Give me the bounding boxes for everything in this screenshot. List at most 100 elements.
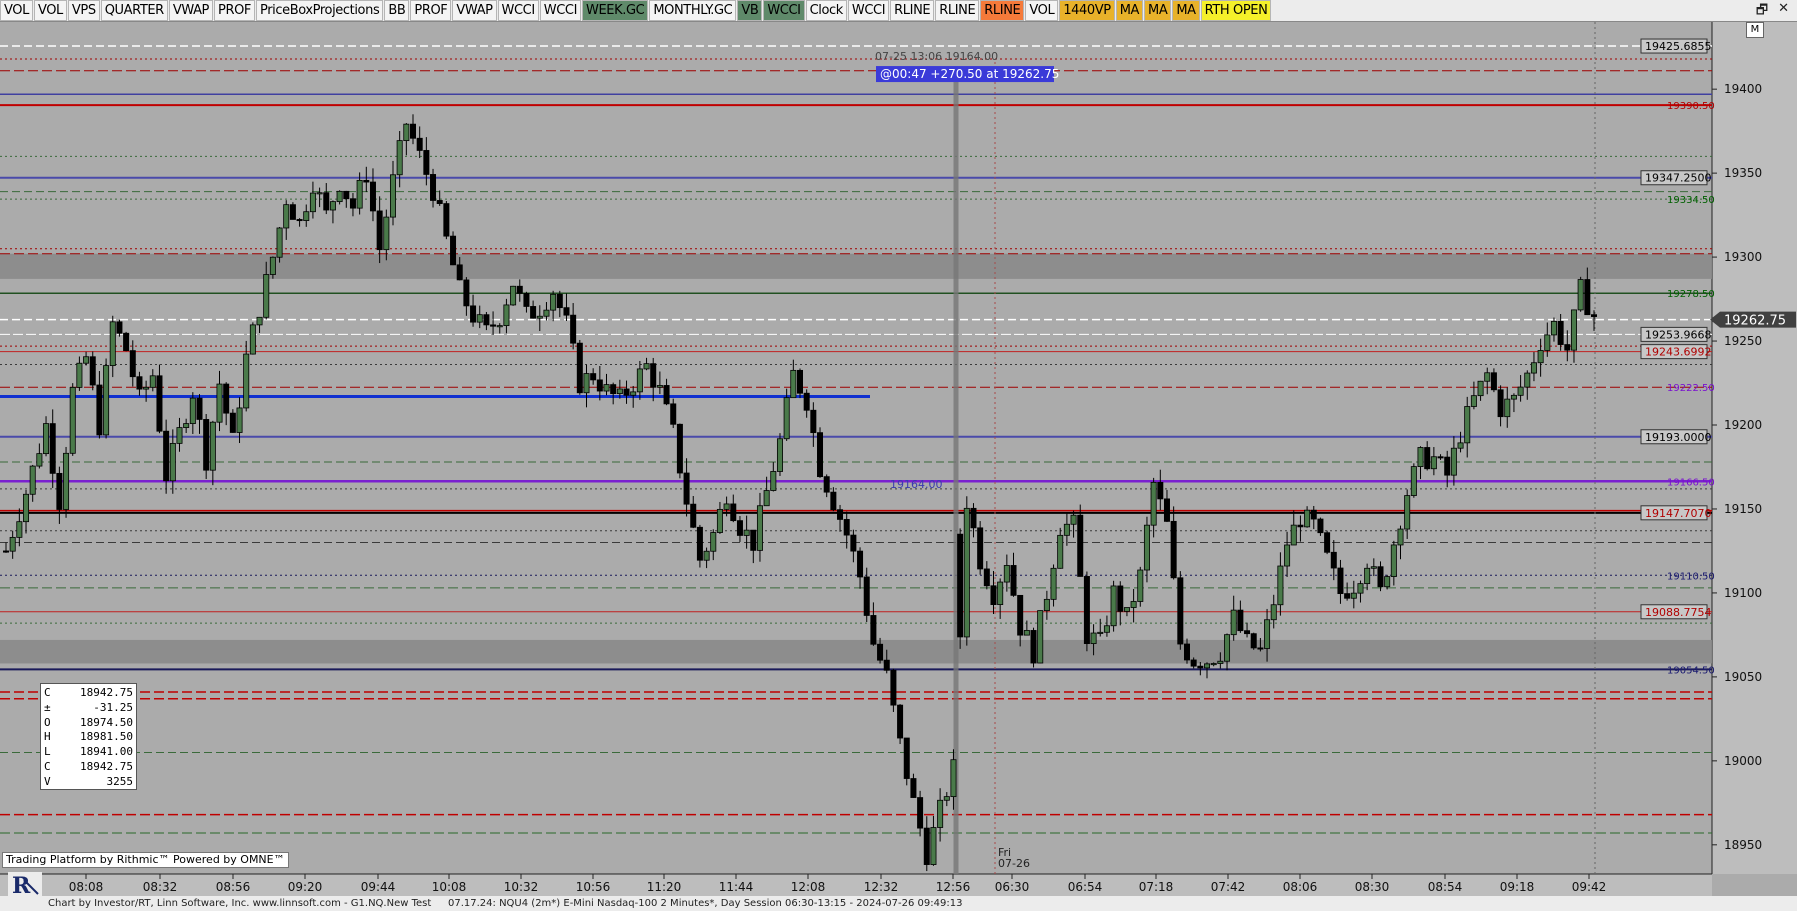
toolbar-button-priceboxprojections-6[interactable]: PriceBoxProjections — [255, 0, 384, 21]
toolbar-button-vwap-9[interactable]: VWAP — [452, 0, 497, 21]
toolbar-button-monthly-gc-13[interactable]: MONTHLY.GC — [649, 0, 737, 21]
level-label: 19054.50 — [1667, 665, 1715, 676]
toolbar-button-clock-16[interactable]: Clock — [805, 0, 847, 21]
candle-body — [1244, 630, 1251, 635]
candle-body — [1150, 481, 1157, 526]
candle-body — [1257, 647, 1264, 650]
candle-body — [483, 314, 490, 326]
toolbar-button-ma-23[interactable]: MA — [1115, 0, 1144, 21]
toolbar-button-quarter-3[interactable]: QUARTER — [100, 0, 168, 21]
toolbar-button-vps-2[interactable]: VPS — [67, 0, 100, 21]
candle-body — [189, 397, 196, 425]
level-label: 19166.50 — [1667, 477, 1715, 488]
candle-body — [163, 430, 170, 482]
candle-body — [1390, 544, 1397, 577]
restore-icon[interactable]: 🗗 — [1756, 1, 1768, 23]
toolbar-button-vol-21[interactable]: VOL — [1025, 0, 1059, 21]
candle-body — [176, 427, 183, 444]
candle-body — [403, 123, 410, 142]
candle-body — [1510, 394, 1517, 400]
candle-body — [1564, 344, 1571, 351]
toolbar-button-prof-8[interactable]: PROF — [410, 0, 452, 21]
candle-body — [343, 190, 350, 200]
toolbar-button-ma-25[interactable]: MA — [1172, 0, 1200, 21]
candle-body — [1591, 314, 1598, 317]
candle-body — [183, 423, 190, 428]
candle-body — [716, 508, 723, 533]
toolbar-button-week-gc-12[interactable]: WEEK.GC — [582, 0, 649, 21]
toolbar-button-wcci-11[interactable]: WCCI — [539, 0, 582, 21]
candle-body — [736, 520, 743, 536]
candle-body — [690, 503, 697, 528]
candle-body — [56, 472, 63, 510]
candle-body — [1470, 395, 1477, 407]
candle-body — [1537, 350, 1544, 364]
candle-body — [516, 285, 523, 294]
candle-body — [229, 412, 236, 433]
candle-body — [430, 174, 437, 201]
level-label: 19253.9668 — [1645, 328, 1711, 341]
toolbar-button-vb-14[interactable]: VB — [737, 0, 763, 21]
toolbar-button-rline-19[interactable]: RLINE — [935, 0, 980, 21]
candle-body — [556, 293, 563, 309]
ohlc-row: ± -31.25 — [44, 700, 133, 714]
candle-body — [1130, 601, 1137, 608]
rithmic-badge: Trading Platform by Rithmic™ Powered by … — [2, 852, 289, 868]
candle-body — [783, 397, 790, 440]
candle-body — [263, 274, 270, 318]
candle-body — [416, 137, 423, 151]
plot-background — [0, 22, 1797, 896]
candle-body — [576, 342, 583, 394]
candle-body — [23, 493, 30, 523]
toolbar-button-rth-open-26[interactable]: RTH OPEN — [1200, 0, 1272, 21]
toolbar-button-rline-18[interactable]: RLINE — [890, 0, 935, 21]
candle-body — [1077, 514, 1084, 577]
toolbar-button-rline-20[interactable]: RLINE — [980, 0, 1025, 21]
m-button[interactable]: M — [1746, 22, 1764, 38]
candle-body — [1397, 528, 1404, 546]
candle-body — [1570, 309, 1577, 351]
candle-body — [456, 264, 463, 281]
candle-body — [1444, 456, 1451, 476]
toolbar-button-wcci-15[interactable]: WCCI — [763, 0, 805, 21]
candle-body — [1057, 534, 1064, 569]
toolbar-button-1440vp-22[interactable]: 1440VP — [1059, 0, 1115, 21]
price-chart[interactable]: 19400 19350 19300 19250 19200 19150 19100 19050… — [0, 22, 1797, 896]
toolbar-button-vol-1[interactable]: VOL — [33, 0, 67, 21]
level-label: 19147.7070 — [1645, 507, 1711, 520]
candle-body — [550, 293, 557, 311]
candle-body — [1437, 456, 1444, 459]
candle-body — [3, 550, 9, 553]
candle-body — [1183, 643, 1190, 661]
candle-body — [196, 397, 203, 420]
candle-body — [1264, 619, 1271, 649]
x-tick-label: 08:30 — [1355, 880, 1390, 894]
candle-body — [1350, 592, 1357, 599]
candle-body — [610, 384, 617, 395]
candle-body — [1410, 466, 1417, 496]
candle-body — [96, 384, 103, 436]
annotation-change: @00:47 +270.50 at 19262.75 — [880, 67, 1059, 81]
level-label: 19347.2500 — [1645, 172, 1711, 185]
toolbar-button-prof-5[interactable]: PROF — [214, 0, 255, 21]
close-icon[interactable]: ✕ — [1778, 1, 1789, 23]
candle-body — [837, 509, 844, 520]
candle-body — [977, 527, 984, 570]
toolbar-button-vol-0[interactable]: VOL — [0, 0, 33, 21]
candle-body — [1083, 576, 1090, 645]
ohlc-row: C 18942.75 — [44, 759, 133, 773]
toolbar-button-bb-7[interactable]: BB — [384, 0, 410, 21]
candle-body — [1304, 509, 1311, 528]
toolbar-button-wcci-10[interactable]: WCCI — [497, 0, 539, 21]
candle-body — [663, 385, 670, 405]
candle-body — [1017, 594, 1024, 636]
toolbar-button-ma-24[interactable]: MA — [1144, 0, 1172, 21]
toolbar-button-vwap-4[interactable]: VWAP — [168, 0, 213, 21]
candle-body — [1003, 565, 1010, 583]
candle-body — [1217, 660, 1224, 664]
candle-body — [1530, 362, 1537, 374]
candle-body — [76, 362, 83, 388]
candle-body — [530, 306, 537, 319]
toolbar-button-wcci-17[interactable]: WCCI — [847, 0, 890, 21]
candle-body — [296, 219, 303, 222]
